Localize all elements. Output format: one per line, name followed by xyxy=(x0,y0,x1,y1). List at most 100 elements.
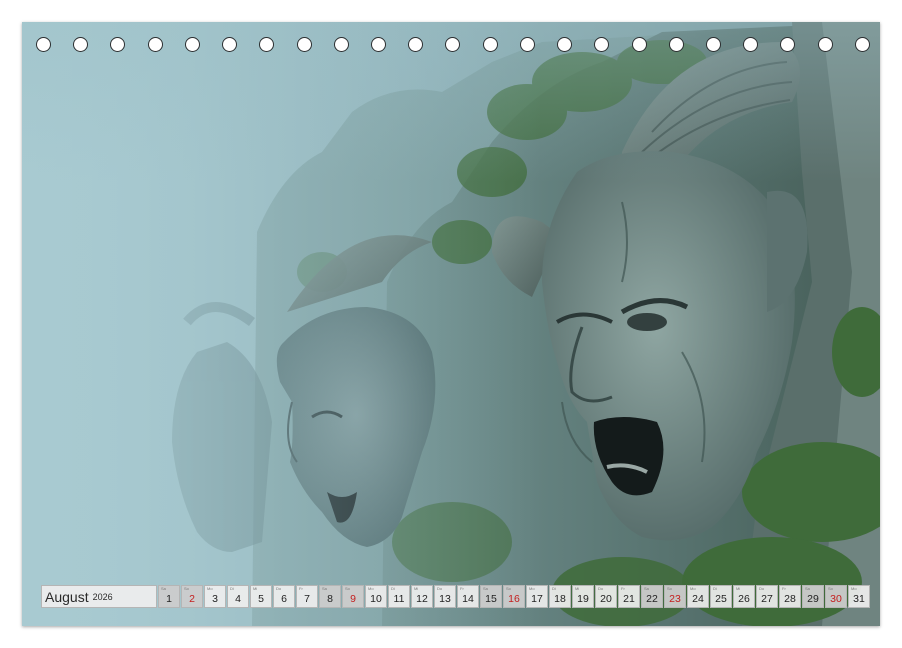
day-number: 24 xyxy=(692,593,704,605)
binding-hole xyxy=(370,37,386,52)
day-number: 1 xyxy=(166,593,172,605)
day-cell: Di 18 xyxy=(549,585,571,608)
day-cell: Di 4 xyxy=(227,585,249,608)
day-number: 16 xyxy=(508,593,520,605)
weekday-label: Mi xyxy=(575,586,580,591)
stone-faces-photo xyxy=(22,22,880,626)
binding-hole xyxy=(780,37,796,52)
calendar-strip: August 2026 Sa 1 So 2 Mo 3 Di 4 Mi 5 Do 6 Fr 7 Sa 8 So 9 M… xyxy=(41,585,871,608)
day-cell: Sa 8 xyxy=(319,585,341,608)
day-number: 26 xyxy=(738,593,750,605)
weekday-label: Sa xyxy=(805,586,810,591)
weekday-label: Di xyxy=(391,586,395,591)
binding-hole xyxy=(854,37,870,52)
binding-hole xyxy=(705,37,721,52)
weekday-label: Mo xyxy=(368,586,374,591)
day-number: 29 xyxy=(807,593,819,605)
day-number: 30 xyxy=(830,593,842,605)
day-number: 31 xyxy=(853,593,865,605)
binding-hole xyxy=(519,37,535,52)
day-cell: Fr 7 xyxy=(296,585,318,608)
weekday-label: Do xyxy=(759,586,765,591)
binding-hole xyxy=(668,37,684,52)
day-number: 21 xyxy=(623,593,635,605)
binding-hole xyxy=(147,37,163,52)
weekday-label: Fr xyxy=(460,586,464,591)
day-cell: Mo 31 xyxy=(848,585,870,608)
calendar-page: August 2026 Sa 1 So 2 Mo 3 Di 4 Mi 5 Do 6 Fr 7 Sa 8 So 9 M… xyxy=(22,22,880,626)
weekday-label: So xyxy=(345,586,350,591)
weekday-label: Sa xyxy=(161,586,166,591)
day-cell: Di 11 xyxy=(388,585,410,608)
day-number: 10 xyxy=(370,593,382,605)
day-number: 20 xyxy=(600,593,612,605)
weekday-label: Di xyxy=(552,586,556,591)
day-cell: So 2 xyxy=(181,585,203,608)
day-number: 11 xyxy=(393,593,405,605)
binding-hole xyxy=(631,37,647,52)
binding-holes xyxy=(36,37,870,57)
binding-hole xyxy=(259,37,275,52)
day-cell: Do 13 xyxy=(434,585,456,608)
day-cell: Mo 17 xyxy=(526,585,548,608)
weekday-label: Di xyxy=(230,586,234,591)
binding-hole xyxy=(482,37,498,52)
weekday-label: Sa xyxy=(322,586,327,591)
weekday-label: Do xyxy=(437,586,443,591)
weekday-label: So xyxy=(506,586,511,591)
day-number: 17 xyxy=(531,593,543,605)
day-number: 18 xyxy=(554,593,566,605)
day-number: 13 xyxy=(439,593,451,605)
weekday-label: Mi xyxy=(253,586,258,591)
day-number: 4 xyxy=(235,593,241,605)
day-cell: Do 6 xyxy=(273,585,295,608)
day-number: 25 xyxy=(715,593,727,605)
binding-hole xyxy=(296,37,312,52)
weekday-label: So xyxy=(184,586,189,591)
day-cell: So 23 xyxy=(664,585,686,608)
binding-hole xyxy=(557,37,573,52)
binding-hole xyxy=(743,37,759,52)
weekday-label: Mo xyxy=(851,586,857,591)
day-number: 27 xyxy=(761,593,773,605)
day-number: 19 xyxy=(577,593,589,605)
day-number: 6 xyxy=(281,593,287,605)
day-cells: Sa 1 So 2 Mo 3 Di 4 Mi 5 Do 6 Fr 7 Sa 8 So 9 Mo 10 Di 11 Mi 12 D… xyxy=(158,585,871,608)
month-label: August 2026 xyxy=(41,585,157,608)
day-cell: Mo 24 xyxy=(687,585,709,608)
day-cell: Sa 29 xyxy=(802,585,824,608)
day-cell: Mi 19 xyxy=(572,585,594,608)
day-number: 28 xyxy=(784,593,796,605)
weekday-label: Mo xyxy=(690,586,696,591)
day-cell: Do 27 xyxy=(756,585,778,608)
day-cell: Mo 3 xyxy=(204,585,226,608)
binding-hole xyxy=(408,37,424,52)
day-cell: So 16 xyxy=(503,585,525,608)
binding-hole xyxy=(817,37,833,52)
weekday-label: Sa xyxy=(644,586,649,591)
binding-hole xyxy=(184,37,200,52)
day-number: 14 xyxy=(462,593,474,605)
day-cell: Mo 10 xyxy=(365,585,387,608)
binding-hole xyxy=(222,37,238,52)
month-name: August xyxy=(45,588,89,605)
day-number: 5 xyxy=(258,593,264,605)
weekday-label: Mi xyxy=(736,586,741,591)
binding-hole xyxy=(36,37,51,52)
day-cell: Fr 21 xyxy=(618,585,640,608)
weekday-label: Mo xyxy=(529,586,535,591)
day-cell: So 9 xyxy=(342,585,364,608)
day-number: 7 xyxy=(304,593,310,605)
day-cell: Sa 22 xyxy=(641,585,663,608)
weekday-label: Do xyxy=(598,586,604,591)
day-number: 9 xyxy=(350,593,356,605)
day-cell: Sa 15 xyxy=(480,585,502,608)
day-cell: Fr 14 xyxy=(457,585,479,608)
binding-hole xyxy=(110,37,126,52)
day-cell: Mi 26 xyxy=(733,585,755,608)
day-cell: Do 20 xyxy=(595,585,617,608)
day-number: 22 xyxy=(646,593,658,605)
weekday-label: Mi xyxy=(414,586,419,591)
month-year: 2026 xyxy=(92,591,113,602)
day-number: 8 xyxy=(327,593,333,605)
